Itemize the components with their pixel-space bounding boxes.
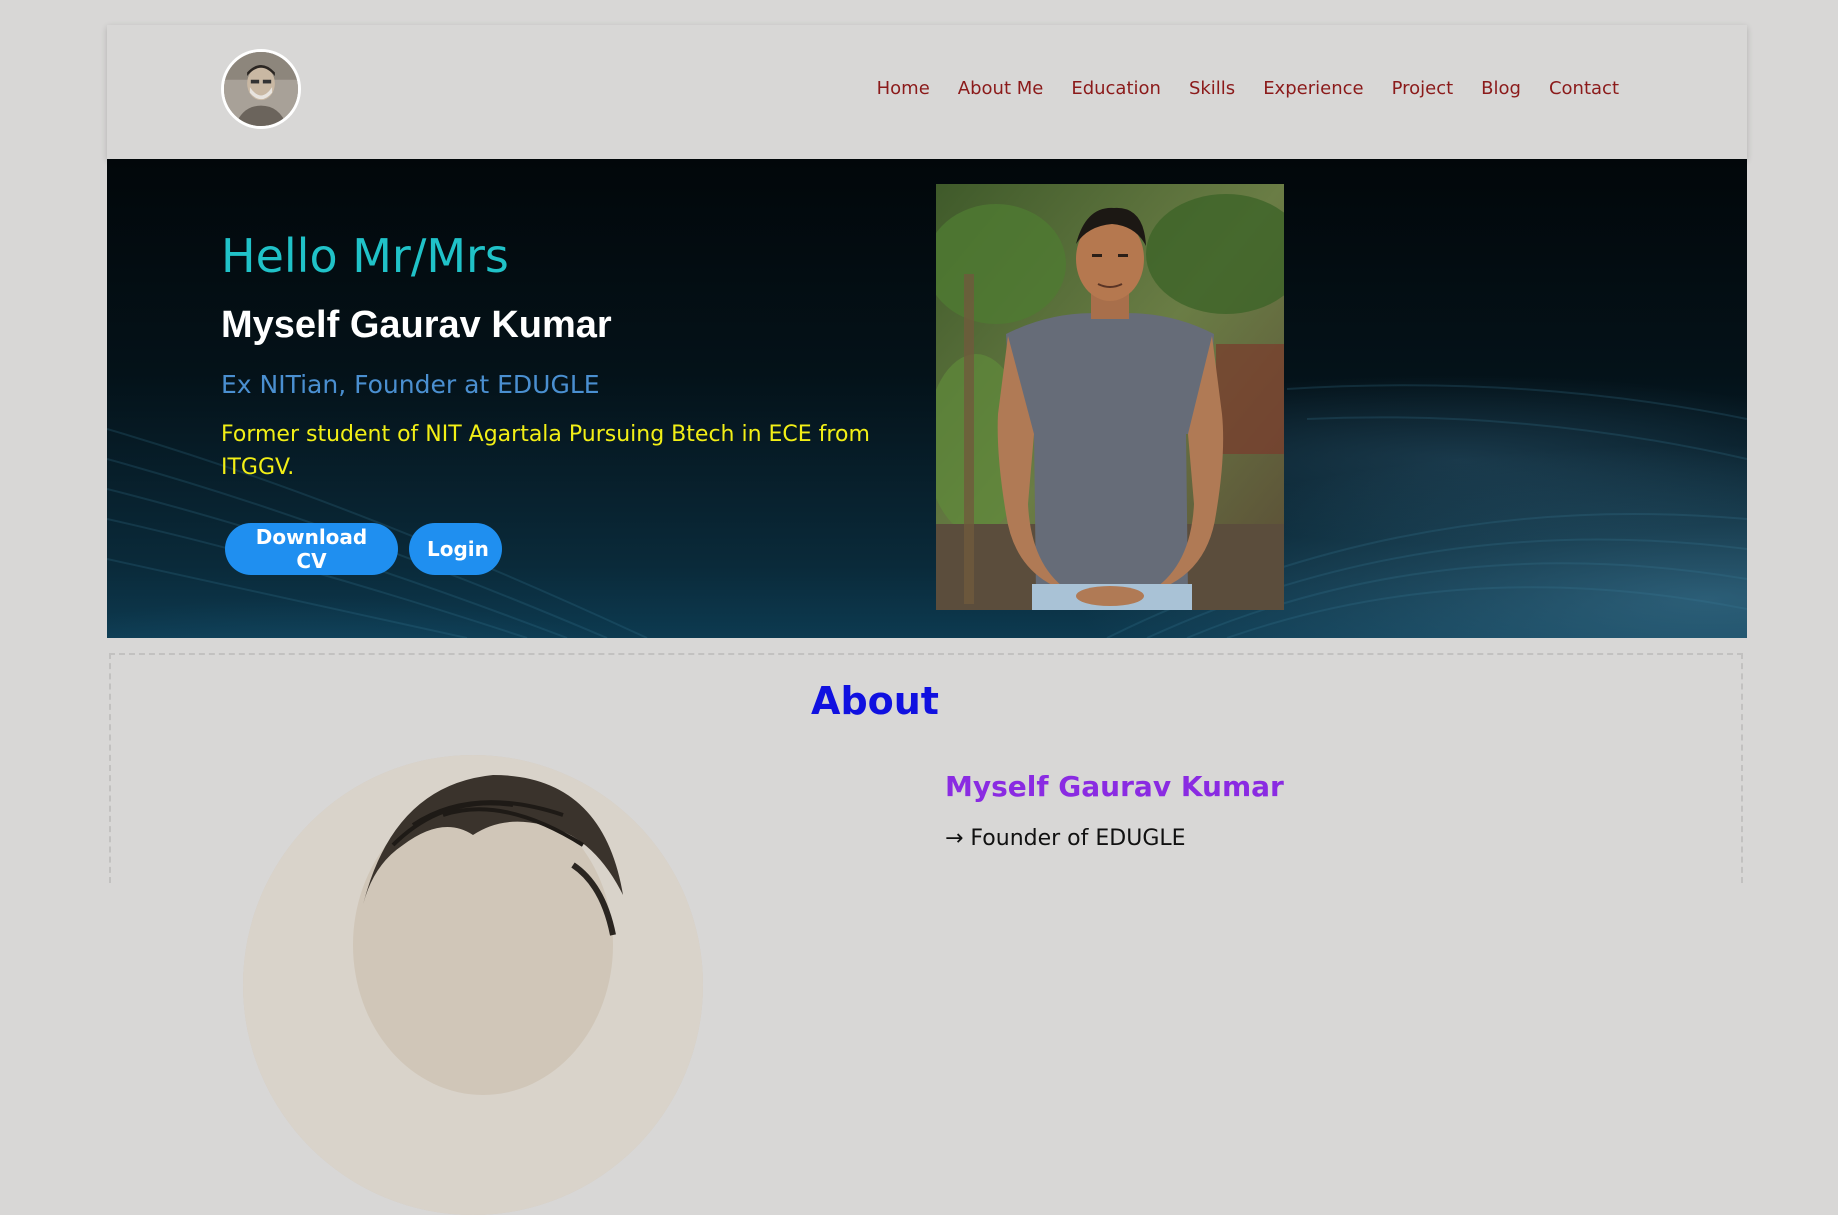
nav-skills[interactable]: Skills [1189, 78, 1235, 99]
about-section: About Myself Gaurav Kumar → Founder of E… [109, 653, 1743, 1215]
nav-about-me[interactable]: About Me [958, 78, 1044, 99]
about-line-founder: → Founder of EDUGLE [945, 826, 1186, 851]
hero-role: Ex NITian, Founder at EDUGLE [221, 370, 600, 399]
login-button[interactable]: Login [409, 523, 502, 575]
nav-experience[interactable]: Experience [1263, 78, 1363, 99]
hero-name: Myself Gaurav Kumar [221, 304, 612, 346]
profile-photo [936, 184, 1284, 610]
avatar-image [224, 52, 298, 126]
logo-avatar[interactable] [221, 49, 301, 129]
hero-section: Hello Mr/Mrs Myself Gaurav Kumar Ex NITi… [107, 159, 1747, 638]
hero-description: Former student of NIT Agartala Pursuing … [221, 422, 870, 480]
nav-contact[interactable]: Contact [1549, 78, 1619, 99]
hero-photo [936, 184, 1284, 610]
nav-education[interactable]: Education [1071, 78, 1161, 99]
portrait-sketch-image [243, 755, 703, 1215]
nav-project[interactable]: Project [1392, 78, 1454, 99]
nav-home[interactable]: Home [877, 78, 930, 99]
nav-blog[interactable]: Blog [1481, 78, 1521, 99]
hero-greeting: Hello Mr/Mrs [221, 229, 509, 283]
site-header: Home About Me Education Skills Experienc… [107, 25, 1747, 159]
about-portrait [243, 755, 703, 1215]
about-title: About [811, 679, 939, 723]
download-cv-button[interactable]: Download CV [225, 523, 398, 575]
about-name: Myself Gaurav Kumar [945, 770, 1284, 803]
main-nav: Home About Me Education Skills Experienc… [849, 78, 1619, 99]
